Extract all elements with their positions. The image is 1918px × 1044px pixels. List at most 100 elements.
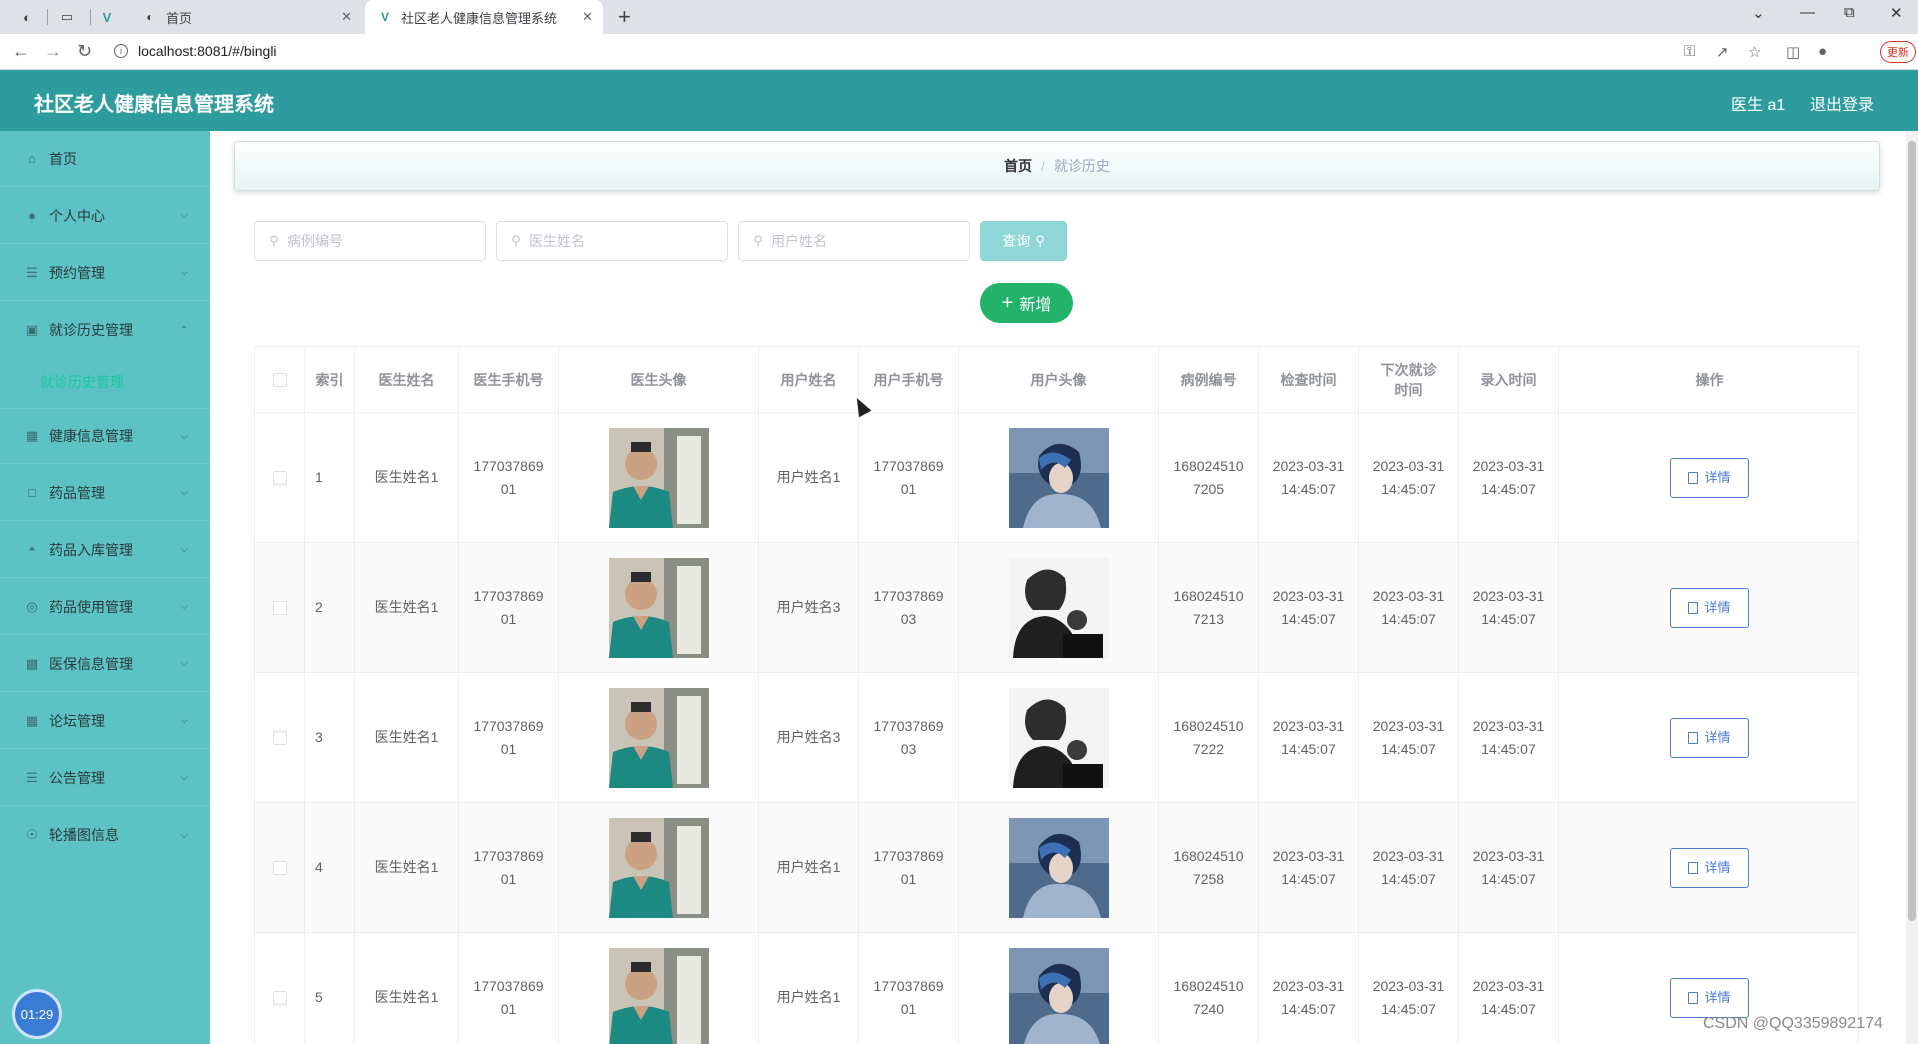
- new-tab-icon[interactable]: +: [618, 4, 631, 30]
- query-button[interactable]: 查询 ⚲: [980, 221, 1067, 261]
- update-button[interactable]: 更新: [1880, 41, 1916, 63]
- sidebar-item-profile[interactable]: ● 个人中心 ⌵: [0, 188, 210, 244]
- sidebar-item-label: 药品管理: [49, 484, 105, 501]
- forward-icon[interactable]: →: [44, 41, 62, 62]
- row-checkbox[interactable]: [272, 860, 287, 875]
- tab-label: 首页: [166, 10, 193, 26]
- info-icon[interactable]: i: [114, 44, 128, 58]
- header-cell: 用户手机号: [859, 347, 959, 412]
- doctor-name-cell: 医生姓名1: [355, 413, 459, 542]
- record-icon: ▣: [25, 322, 39, 337]
- doctor-phone-cell: 17703786901: [459, 413, 559, 542]
- case-no-cell: 1680245107213: [1159, 543, 1259, 672]
- doctor-name-cell: 医生姓名1: [355, 543, 459, 672]
- doctor-avatar: [608, 947, 709, 1044]
- case-no-search-field[interactable]: ⚲: [254, 221, 486, 261]
- user-name-cell: 用户姓名3: [759, 673, 859, 802]
- tab-label: 社区老人健康信息管理系统: [401, 10, 558, 26]
- actions-cell: 详情: [1559, 543, 1858, 672]
- document-icon: [1688, 471, 1699, 484]
- row-checkbox[interactable]: [272, 990, 287, 1005]
- add-button[interactable]: + 新增: [980, 283, 1073, 323]
- tab-separator: [47, 9, 48, 25]
- chevron-down-icon[interactable]: ⌄: [1752, 4, 1765, 22]
- insurance-icon: ▩: [25, 655, 39, 671]
- sidebar-item-drugs[interactable]: □ 药品管理 ⌵: [0, 465, 210, 521]
- logout-link[interactable]: 退出登录: [1810, 91, 1874, 115]
- star-icon[interactable]: ☆: [1748, 43, 1761, 61]
- detail-button[interactable]: 详情: [1670, 717, 1749, 758]
- sidebar-item-drug-stock-in[interactable]: ◓ 药品入库管理 ⌵: [0, 522, 210, 578]
- user-name-input[interactable]: [771, 233, 951, 249]
- index-cell: 2: [305, 543, 355, 672]
- doctor-name-search-field[interactable]: ⚲: [496, 221, 728, 261]
- sidebar-item-label: 轮播图信息: [49, 827, 119, 843]
- select-all-checkbox[interactable]: [272, 372, 287, 387]
- detail-label: 详情: [1704, 860, 1731, 875]
- detail-button[interactable]: 详情: [1670, 457, 1749, 498]
- profile-icon[interactable]: ●: [1818, 43, 1827, 60]
- doctor-name-input[interactable]: [529, 233, 709, 249]
- case-no-cell: 1680245107240: [1159, 933, 1259, 1044]
- detail-button[interactable]: 详情: [1670, 977, 1749, 1018]
- chevron-down-icon: ⌵: [180, 487, 188, 498]
- notice-icon: ☰: [26, 769, 38, 785]
- timer-badge[interactable]: 01:29: [12, 989, 62, 1039]
- document-icon: [1688, 991, 1699, 1004]
- user-avatar-cell: [959, 673, 1159, 802]
- breadcrumb-home[interactable]: 首页: [1004, 156, 1032, 176]
- sidebar-item-home[interactable]: ⌂ 首页: [0, 131, 210, 187]
- sidebar-item-appointments[interactable]: ☰ 预约管理 ⌵: [0, 245, 210, 301]
- doctor-name-cell: 医生姓名1: [355, 933, 459, 1044]
- forum-icon: ▦: [25, 712, 39, 728]
- user-name-search-field[interactable]: ⚲: [738, 221, 970, 261]
- detail-button[interactable]: 详情: [1670, 587, 1749, 628]
- check-time-cell: 2023-03-31 14:45:07: [1259, 673, 1359, 802]
- sidebar-item-insurance[interactable]: ▩ 医保信息管理 ⌵: [0, 636, 210, 692]
- minimize-icon[interactable]: —: [1800, 4, 1815, 21]
- next-visit-cell: 2023-03-31 14:45:07: [1359, 413, 1459, 542]
- sidebar-item-visit-history[interactable]: ▣ 就诊历史管理 ⌃: [0, 302, 210, 358]
- key-icon[interactable]: ⚿: [1684, 43, 1695, 60]
- user-icon: ●: [28, 208, 36, 223]
- case-no-input[interactable]: [287, 233, 467, 249]
- sidebar-item-health[interactable]: ▦ 健康信息管理 ⌵: [0, 408, 210, 464]
- add-label: 新增: [1019, 297, 1052, 314]
- scrollbar-thumb[interactable]: [1908, 141, 1916, 921]
- back-icon[interactable]: ←: [12, 41, 30, 62]
- doctor-phone-cell: 17703786901: [459, 933, 559, 1044]
- globe-icon[interactable]: ◐: [16, 6, 38, 28]
- user-avatar-cell: [959, 413, 1159, 542]
- user-phone-cell: 17703786901: [859, 803, 959, 932]
- restore-icon[interactable]: ⧉: [1844, 4, 1855, 21]
- sidebar-item-drug-usage[interactable]: ◎ 药品使用管理 ⌵: [0, 579, 210, 635]
- detail-button[interactable]: 详情: [1670, 847, 1749, 888]
- close-icon[interactable]: ✕: [582, 9, 593, 25]
- row-checkbox[interactable]: [272, 600, 287, 615]
- share-icon[interactable]: ↗: [1716, 43, 1729, 61]
- url-text: localhost:8081/#/bingli: [138, 43, 277, 59]
- sidebar-item-label: 首页: [49, 150, 77, 167]
- url-field[interactable]: i localhost:8081/#/bingli: [114, 43, 277, 59]
- tab-home[interactable]: ◐ 首页 ✕: [130, 0, 362, 34]
- detail-label: 详情: [1704, 730, 1731, 745]
- close-window-icon[interactable]: ✕: [1890, 4, 1903, 22]
- close-icon[interactable]: ✕: [341, 9, 352, 25]
- vue-icon[interactable]: V: [96, 6, 118, 28]
- doctor-name-cell: 医生姓名1: [355, 673, 459, 802]
- chevron-down-icon: ⌵: [180, 772, 188, 783]
- document-icon: [1688, 601, 1699, 614]
- sidebar-item-forum[interactable]: ▦ 论坛管理 ⌵: [0, 693, 210, 749]
- chevron-down-icon: ⌵: [180, 715, 188, 726]
- sidepanel-icon[interactable]: ◫: [1786, 43, 1800, 61]
- folder-icon[interactable]: ▭: [56, 6, 78, 28]
- page-scrollbar[interactable]: [1906, 131, 1918, 1044]
- row-checkbox[interactable]: [272, 730, 287, 745]
- row-checkbox[interactable]: [272, 470, 287, 485]
- sidebar-item-label: 药品入库管理: [49, 541, 133, 558]
- sidebar-subitem-visit-history[interactable]: 就诊历史管理: [0, 358, 210, 406]
- sidebar-item-notices[interactable]: ☰ 公告管理 ⌵: [0, 750, 210, 806]
- tab-app[interactable]: V 社区老人健康信息管理系统 ✕: [365, 0, 603, 34]
- reload-icon[interactable]: ↻: [77, 41, 92, 62]
- sidebar-item-carousel[interactable]: ☉ 轮播图信息 ⌵: [0, 807, 210, 863]
